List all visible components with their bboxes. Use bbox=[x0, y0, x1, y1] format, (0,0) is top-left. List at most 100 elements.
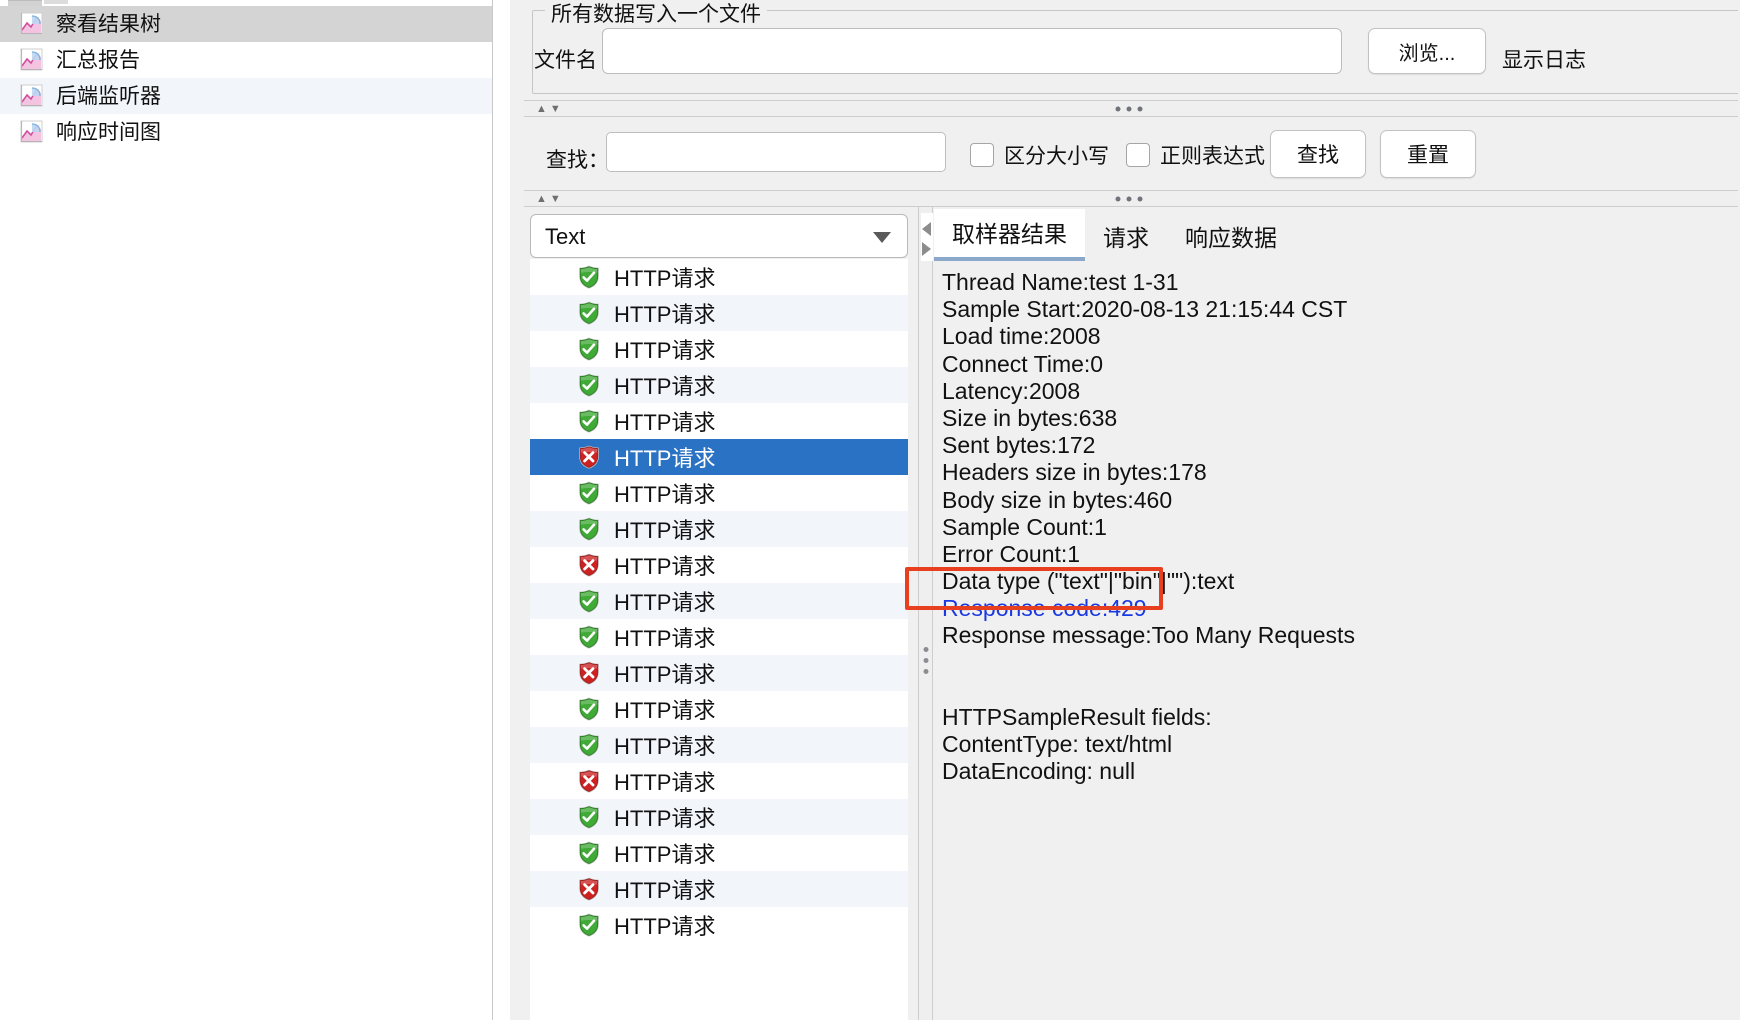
show-log-label[interactable]: 显示日志 bbox=[1502, 44, 1586, 74]
tree-item-3[interactable]: 响应时间图 bbox=[0, 114, 492, 150]
case-sensitive-label: 区分大小写 bbox=[1004, 145, 1109, 168]
detail-tab-1[interactable]: 请求 bbox=[1085, 213, 1167, 261]
tree-panel-gutter bbox=[493, 0, 510, 1020]
status-pass-shield-icon bbox=[576, 336, 602, 362]
sampler-result-text[interactable]: Thread Name:test 1-31 Sample Start:2020-0… bbox=[934, 261, 1740, 1020]
search-input[interactable] bbox=[606, 132, 946, 172]
result-row[interactable]: HTTP请求 bbox=[530, 367, 908, 403]
sampler-results-list[interactable]: HTTP请求 HTTP请求 HTTP请求 HTTP请求 HTTP请求 HTTP请求 HTTP… bbox=[530, 259, 908, 1020]
sampler-result-line: Size in bytes:638 bbox=[942, 404, 1118, 431]
result-row[interactable]: HTTP请求 bbox=[530, 691, 908, 727]
result-row[interactable]: HTTP请求 bbox=[530, 331, 908, 367]
sampler-result-line: Headers size in bytes:178 bbox=[942, 459, 1207, 486]
test-plan-tree-panel: 察看结果树汇总报告后端监听器响应时间图 bbox=[0, 0, 492, 1020]
tree-item-2[interactable]: 后端监听器 bbox=[0, 78, 492, 114]
result-row[interactable]: HTTP请求 bbox=[530, 655, 908, 691]
sampler-result-line: Data type ("text"|"bin"|""):text bbox=[942, 568, 1235, 595]
browse-button[interactable]: 浏览... bbox=[1368, 28, 1486, 74]
sampler-result-line: Sample Count:1 bbox=[942, 513, 1107, 540]
result-row-label: HTTP请求 bbox=[614, 770, 716, 795]
result-row[interactable]: HTTP请求 bbox=[530, 511, 908, 547]
splitter-collapse-arrows[interactable]: ▲▼ bbox=[536, 194, 564, 205]
result-row[interactable]: HTTP请求 bbox=[530, 403, 908, 439]
sampler-result-line: Sent bytes:172 bbox=[942, 432, 1096, 459]
result-row-label: HTTP请求 bbox=[614, 878, 716, 903]
tree-item-1[interactable]: 汇总报告 bbox=[0, 42, 492, 78]
sampler-result-line: Body size in bytes:460 bbox=[942, 486, 1173, 513]
result-row[interactable]: HTTP请求 bbox=[530, 835, 908, 871]
sampler-result-blank-line bbox=[942, 650, 1740, 677]
response-code-line[interactable]: Response code:429 bbox=[942, 595, 1740, 622]
search-label: 查找： bbox=[546, 149, 609, 172]
result-row-label: HTTP请求 bbox=[614, 338, 716, 363]
result-row-label: HTTP请求 bbox=[614, 266, 716, 291]
top-horizontal-splitter[interactable]: ▲▼ bbox=[524, 100, 1740, 117]
result-row-label: HTTP请求 bbox=[614, 806, 716, 831]
chart-icon bbox=[18, 47, 44, 73]
tab-scroll-arrows[interactable] bbox=[921, 213, 933, 261]
tree-item-0[interactable]: 察看结果树 bbox=[0, 6, 492, 42]
regex-checkbox[interactable]: 正则表达式 bbox=[1126, 140, 1265, 170]
tree-item-label: 响应时间图 bbox=[56, 120, 161, 144]
result-row[interactable]: HTTP请求 bbox=[530, 619, 908, 655]
status-pass-shield-icon bbox=[576, 264, 602, 290]
result-row[interactable]: HTTP请求 bbox=[530, 295, 908, 331]
splitter-grip-dots-horizontal[interactable] bbox=[1115, 106, 1149, 111]
status-fail-shield-icon bbox=[576, 552, 602, 578]
tab-scroll-left-icon[interactable] bbox=[922, 222, 931, 236]
case-sensitive-checkbox[interactable]: 区分大小写 bbox=[970, 140, 1109, 170]
sampler-result-blank-line bbox=[942, 677, 1740, 704]
chevron-down-icon[interactable] bbox=[873, 232, 891, 243]
result-row[interactable]: HTTP请求 bbox=[530, 475, 908, 511]
result-row[interactable]: HTTP请求 bbox=[530, 727, 908, 763]
sampler-result-line: HTTPSampleResult fields: bbox=[942, 704, 1212, 730]
renderer-dropdown[interactable]: Text bbox=[530, 214, 908, 258]
status-fail-shield-icon bbox=[576, 876, 602, 902]
result-row-label: HTTP请求 bbox=[614, 302, 716, 327]
checkbox-box-icon[interactable] bbox=[970, 143, 994, 167]
reset-button[interactable]: 重置 bbox=[1380, 130, 1476, 178]
result-row[interactable]: HTTP请求 bbox=[530, 547, 908, 583]
result-row[interactable]: HTTP请求 bbox=[530, 763, 908, 799]
checkbox-box-icon[interactable] bbox=[1126, 143, 1150, 167]
status-fail-shield-icon bbox=[576, 768, 602, 794]
result-row[interactable]: HTTP请求 bbox=[530, 799, 908, 835]
chart-icon bbox=[18, 83, 44, 109]
tab-scroll-right-icon[interactable] bbox=[922, 242, 931, 256]
status-pass-shield-icon bbox=[576, 840, 602, 866]
result-row[interactable]: HTTP请求 bbox=[530, 583, 908, 619]
status-pass-shield-icon bbox=[576, 408, 602, 434]
splitter-grip-dots[interactable] bbox=[923, 647, 928, 680]
result-row[interactable]: HTTP请求 bbox=[530, 871, 908, 907]
tree-rows: 察看结果树汇总报告后端监听器响应时间图 bbox=[0, 0, 492, 150]
status-pass-shield-icon bbox=[576, 804, 602, 830]
sampler-result-line: DataEncoding: null bbox=[942, 758, 1136, 785]
search-toolbar: 查找： 区分大小写 正则表达式 查找 重置 bbox=[510, 126, 1740, 190]
results-list-column: Text HTTP请求 HTTP请求 HTTP请求 HTTP请求 HTTP请求 HTTP请… bbox=[526, 207, 914, 1020]
sampler-result-line: Error Count:1 bbox=[942, 540, 1081, 567]
result-row-label: HTTP请求 bbox=[614, 698, 716, 723]
sampler-result-line: Load time:2008 bbox=[942, 323, 1101, 350]
status-pass-shield-icon bbox=[576, 300, 602, 326]
detail-tab-0[interactable]: 取样器结果 bbox=[934, 209, 1085, 261]
filename-input[interactable] bbox=[602, 28, 1342, 74]
jmeter-view-results-tree-window: 察看结果树 汇总报告 后端监听器 响应时间图 所有数据写入一个文件 文件名 浏览...… bbox=[0, 0, 1740, 1020]
status-pass-shield-icon bbox=[576, 912, 602, 938]
splitter-collapse-arrows[interactable]: ▲▼ bbox=[536, 104, 564, 115]
renderer-selected-value: Text bbox=[545, 224, 586, 249]
find-button[interactable]: 查找 bbox=[1270, 130, 1366, 178]
sampler-result-line: Response message:Too Many Requests bbox=[942, 622, 1355, 649]
result-row[interactable]: HTTP请求 bbox=[530, 439, 908, 475]
tree-parent-node-stub-2 bbox=[44, 0, 68, 4]
sampler-result-line: Sample Start:2020-08-13 21:15:44 CST bbox=[942, 296, 1348, 323]
tree-item-label: 汇总报告 bbox=[56, 48, 140, 72]
splitter-grip-dots-horizontal[interactable] bbox=[1115, 196, 1149, 201]
sampler-result-line: Connect Time:0 bbox=[942, 350, 1104, 377]
result-row[interactable]: HTTP请求 bbox=[530, 907, 908, 943]
detail-tab-2[interactable]: 响应数据 bbox=[1167, 213, 1295, 261]
status-fail-shield-icon bbox=[576, 444, 602, 470]
bottom-horizontal-splitter[interactable]: ▲▼ bbox=[524, 190, 1740, 207]
result-row[interactable]: HTTP请求 bbox=[530, 259, 908, 295]
results-content-area: Text HTTP请求 HTTP请求 HTTP请求 HTTP请求 HTTP请求 HTTP请… bbox=[510, 207, 1740, 1020]
list-detail-splitter[interactable] bbox=[918, 207, 933, 1020]
